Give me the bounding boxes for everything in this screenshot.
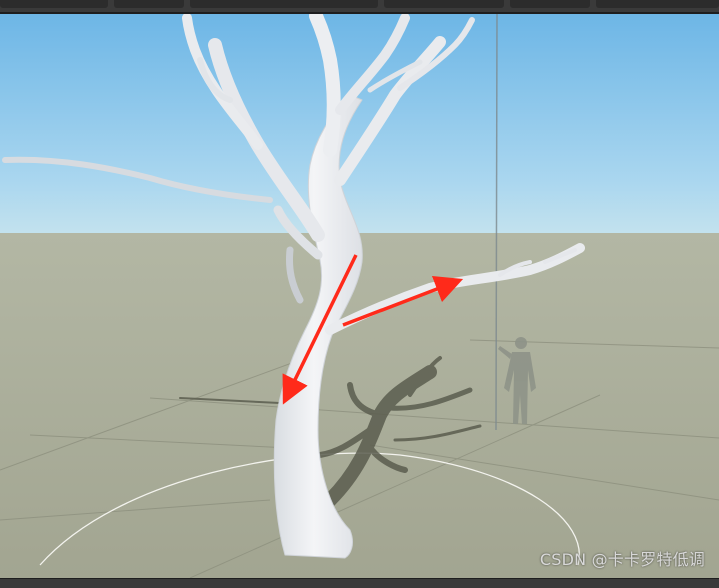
editor-window: CSDN @卡卡罗特低调: [0, 0, 719, 588]
toolbar-segment[interactable]: [190, 0, 378, 8]
scene-canvas[interactable]: [0, 9, 719, 579]
watermark: CSDN @卡卡罗特低调: [539, 550, 705, 569]
sky: [0, 14, 719, 234]
bottom-status-bar: [0, 578, 719, 588]
toolbar-segment[interactable]: [384, 0, 504, 8]
scene-viewport[interactable]: CSDN @卡卡罗特低调: [0, 9, 719, 579]
top-toolbar: [0, 0, 719, 14]
vertical-guide: [495, 13, 498, 431]
toolbar-segment[interactable]: [510, 0, 590, 8]
toolbar-segment[interactable]: [596, 0, 719, 8]
toolbar-segment[interactable]: [114, 0, 184, 8]
toolbar-segment[interactable]: [0, 0, 108, 8]
